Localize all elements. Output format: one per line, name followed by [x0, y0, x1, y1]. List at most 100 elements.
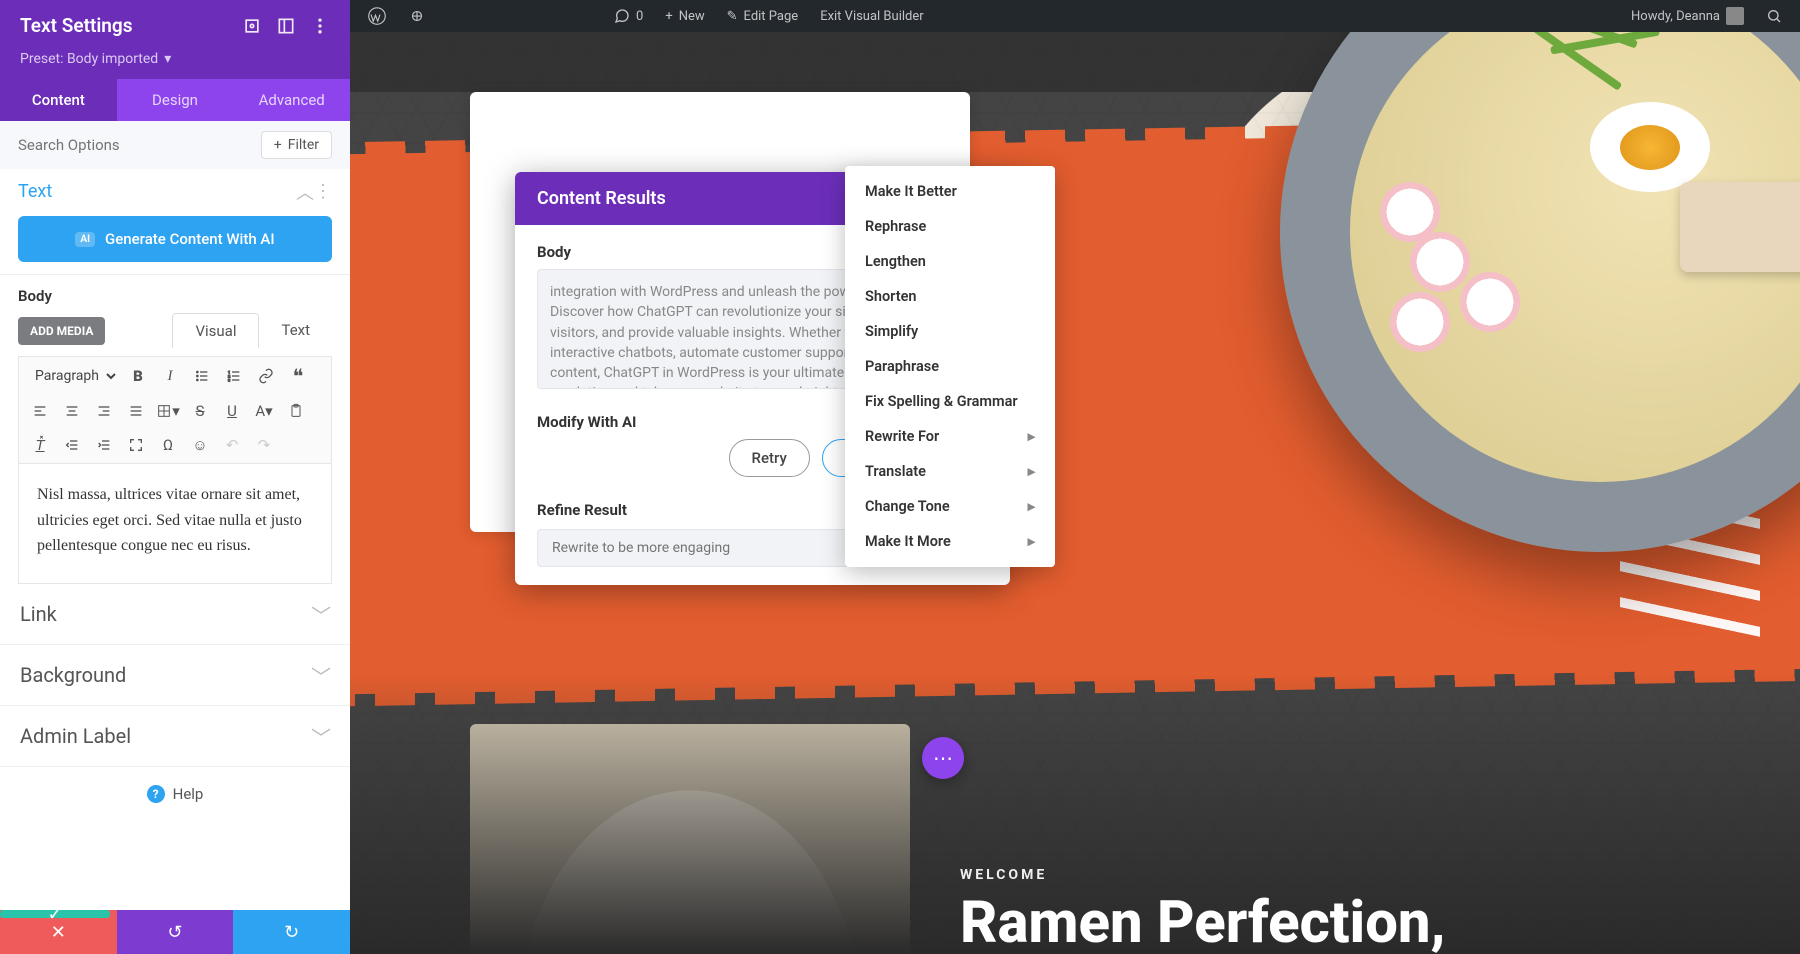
more-vert-icon[interactable]: ⋮	[314, 183, 332, 201]
help-icon: ?	[147, 785, 165, 803]
dd-item-make-it-more[interactable]: Make It More▸	[845, 524, 1055, 559]
link-icon[interactable]	[253, 364, 279, 388]
dd-item-fix-spelling-grammar[interactable]: Fix Spelling & Grammar	[845, 384, 1055, 419]
search-row: + Filter	[0, 121, 350, 169]
chevron-right-icon: ▸	[1028, 533, 1035, 550]
clear-format-icon[interactable]: T̽	[27, 433, 53, 457]
help-link[interactable]: ? Help	[0, 767, 350, 821]
fullscreen-icon[interactable]	[123, 433, 149, 457]
redo-action-button[interactable]: ↻	[233, 910, 350, 954]
chevron-down-icon: ﹀	[312, 727, 330, 745]
underline-icon[interactable]: U	[219, 399, 245, 423]
section-text: Text ︿ ⋮ AI Generate Content With AI	[0, 169, 350, 275]
chevron-down-icon: ﹀	[312, 666, 330, 684]
retry-button[interactable]: Retry	[729, 439, 810, 477]
quote-icon[interactable]: ❝	[285, 364, 311, 388]
wp-admin-bar: 0 +New ✎Edit Page Exit Visual Builder Ho…	[350, 0, 1800, 32]
chevron-right-icon: ▸	[1028, 428, 1035, 445]
exit-builder-item[interactable]: Exit Visual Builder	[812, 0, 931, 32]
editor: ADD MEDIA Visual Text Paragraph B I 123 …	[0, 313, 350, 584]
tab-content[interactable]: Content	[0, 79, 117, 121]
editor-tab-visual[interactable]: Visual	[172, 313, 259, 348]
editor-tab-text[interactable]: Text	[259, 313, 332, 348]
chevron-down-icon: ﹀	[312, 605, 330, 623]
redo-icon[interactable]: ↷	[251, 433, 277, 457]
undo-icon[interactable]: ↶	[219, 433, 245, 457]
align-justify-icon[interactable]	[123, 399, 149, 423]
site-icon[interactable]	[400, 0, 434, 32]
editor-toolbar: Paragraph B I 123 ❝ ▾ S U A▾	[18, 356, 332, 464]
sidebar-tabs: Content Design Advanced	[0, 79, 350, 121]
ul-icon[interactable]	[189, 364, 215, 388]
preset-selector[interactable]: Preset: Body imported ▾	[0, 51, 350, 79]
settings-sidebar: Text Settings Preset: Body imported ▾ Co…	[0, 0, 350, 954]
tab-design[interactable]: Design	[117, 79, 234, 121]
new-item[interactable]: +New	[657, 0, 712, 32]
dd-item-translate[interactable]: Translate▸	[845, 454, 1055, 489]
align-left-icon[interactable]	[27, 399, 53, 423]
format-select[interactable]: Paragraph	[27, 363, 119, 389]
paste-icon[interactable]	[283, 399, 309, 423]
body-label: Body	[0, 275, 350, 313]
svg-text:3: 3	[228, 377, 230, 382]
sidebar-actions: ✕ ↺ ↻ ✓	[0, 910, 350, 954]
dd-item-rephrase[interactable]: Rephrase	[845, 209, 1055, 244]
avatar	[1726, 7, 1744, 25]
omega-icon[interactable]: Ω	[155, 433, 181, 457]
plus-icon: +	[665, 9, 672, 24]
align-right-icon[interactable]	[91, 399, 117, 423]
more-vert-icon[interactable]	[310, 16, 330, 36]
plus-icon: +	[274, 137, 282, 153]
expand-icon[interactable]	[242, 16, 262, 36]
sidebar-title: Text Settings	[20, 14, 228, 37]
section-background[interactable]: Background ﹀	[0, 645, 350, 706]
chevron-down-icon: ▾	[164, 51, 171, 67]
dd-item-shorten[interactable]: Shorten	[845, 279, 1055, 314]
dock-icon[interactable]	[276, 16, 296, 36]
section-text-header[interactable]: Text ︿ ⋮	[18, 181, 332, 202]
emoji-icon[interactable]: ☺	[187, 433, 213, 457]
page-canvas: 0 +New ✎Edit Page Exit Visual Builder Ho…	[350, 0, 1800, 954]
save-button[interactable]: ✓	[0, 910, 110, 918]
outdent-icon[interactable]	[59, 433, 85, 457]
add-media-button[interactable]: ADD MEDIA	[18, 317, 105, 345]
filter-button[interactable]: + Filter	[261, 131, 332, 159]
pencil-icon: ✎	[727, 9, 738, 24]
sidebar-header: Text Settings	[0, 0, 350, 51]
dd-item-lengthen[interactable]: Lengthen	[845, 244, 1055, 279]
hero-headline: Ramen Perfection,	[960, 893, 1740, 954]
howdy-item[interactable]: Howdy, Deanna	[1623, 0, 1752, 32]
chevron-right-icon: ▸	[1028, 498, 1035, 515]
bold-icon[interactable]: B	[125, 364, 151, 388]
text-color-icon[interactable]: A▾	[251, 399, 277, 423]
ai-badge-icon: AI	[75, 232, 95, 247]
module-options-fab[interactable]: ⋯	[922, 737, 964, 779]
align-center-icon[interactable]	[59, 399, 85, 423]
italic-icon[interactable]: I	[157, 364, 183, 388]
dd-item-rewrite-for[interactable]: Rewrite For▸	[845, 419, 1055, 454]
table-icon[interactable]: ▾	[155, 399, 181, 423]
chevron-up-icon: ︿	[296, 183, 314, 201]
undo-action-button[interactable]: ↺	[117, 910, 234, 954]
comments-item[interactable]: 0	[606, 0, 651, 32]
generate-content-button[interactable]: AI Generate Content With AI	[18, 216, 332, 262]
dd-item-make-it-better[interactable]: Make It Better	[845, 174, 1055, 209]
search-input[interactable]	[18, 136, 261, 154]
ol-icon[interactable]: 123	[221, 364, 247, 388]
welcome-label: WELCOME	[960, 867, 1740, 883]
strike-icon[interactable]: S	[187, 399, 213, 423]
dd-item-change-tone[interactable]: Change Tone▸	[845, 489, 1055, 524]
tab-advanced[interactable]: Advanced	[233, 79, 350, 121]
indent-icon[interactable]	[91, 433, 117, 457]
dd-item-simplify[interactable]: Simplify	[845, 314, 1055, 349]
section-admin-label[interactable]: Admin Label ﹀	[0, 706, 350, 767]
chevron-right-icon: ▸	[1028, 463, 1035, 480]
search-icon[interactable]	[1758, 0, 1790, 32]
section-link[interactable]: Link ﹀	[0, 584, 350, 645]
editor-content[interactable]: Nisl massa, ultrices vitae ornare sit am…	[18, 464, 332, 584]
wp-logo-icon[interactable]	[360, 0, 394, 32]
refine-input[interactable]	[537, 529, 859, 567]
improve-dropdown: Make It BetterRephraseLengthenShortenSim…	[845, 166, 1055, 567]
edit-page-item[interactable]: ✎Edit Page	[719, 0, 807, 32]
dd-item-paraphrase[interactable]: Paraphrase	[845, 349, 1055, 384]
